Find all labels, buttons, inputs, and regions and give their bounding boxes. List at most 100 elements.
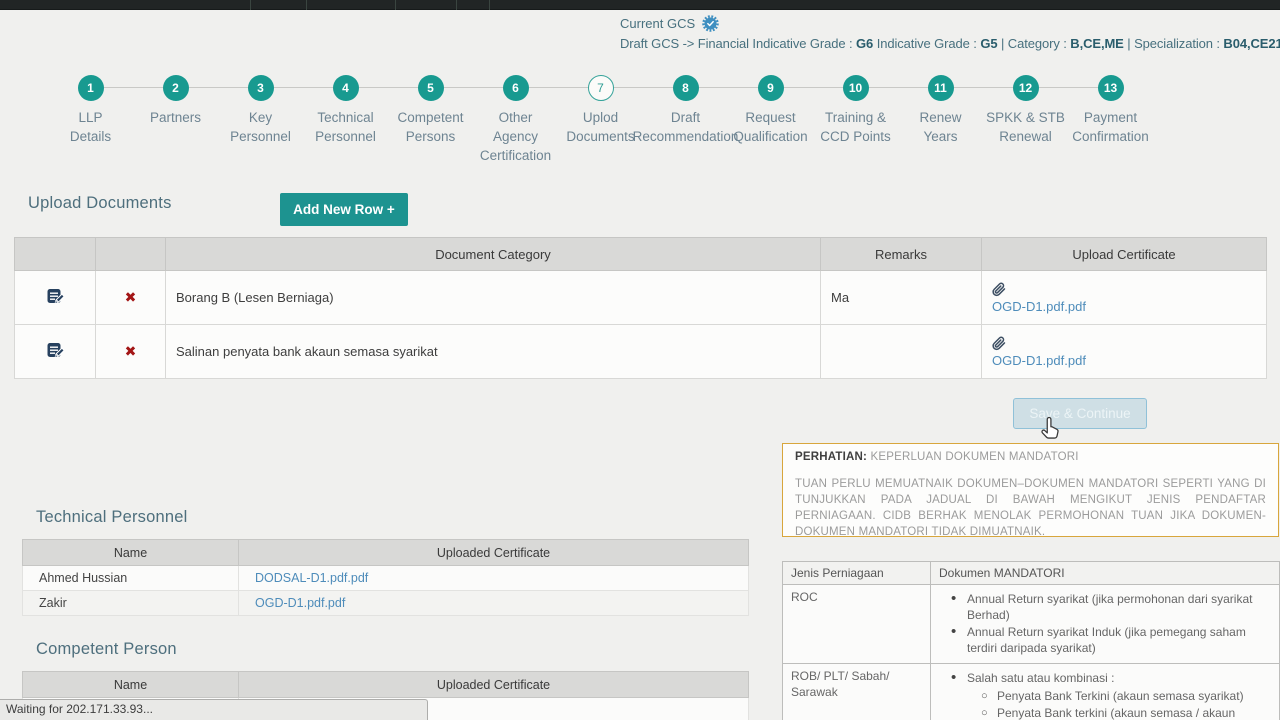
step-label: Other Agency Certification [479,110,552,163]
table-header-row: Name Uploaded Certificate [22,671,749,698]
step-label: Technical Personnel [315,110,376,144]
category-label: | Category : [997,36,1071,51]
mandatory-documents-table: Jenis Perniagaan Dokumen MANDATORI ROC An… [782,561,1280,720]
step-1[interactable]: 1 LLP Details [48,75,133,165]
mandatory-docs-cell: Salah satu atau kombinasi : Penyata Bank … [930,663,1280,720]
save-continue-button[interactable]: Save & Continue [1013,398,1147,429]
list-item: Penyata Bank terkini (akaun semasa / aka… [981,706,1271,720]
step-circle: 12 [1012,75,1039,101]
certificate-link[interactable]: DODSAL-D1.pdf.pdf [255,571,368,585]
step-circle: 13 [1097,75,1124,101]
notice-body: TUAN PERLU MEMUATNAIK DOKUMEN–DOKUMEN MA… [795,478,1266,538]
table-row: ✖ Salinan penyata bank akaun semasa syari… [14,324,1267,379]
current-gcs-line: Current GCS [620,15,719,32]
step-circle: 9 [757,75,784,101]
certificate-cell: OGD-D1.pdf.pdf [238,590,749,616]
step-label: Payment Confirmation [1072,110,1149,144]
table-row: ROC Annual Return syarikat (jika permohon… [782,584,1280,664]
browser-status-bar: Waiting for 202.171.33.93... [0,699,428,720]
step-2[interactable]: 2 Partners [133,75,218,165]
edit-row-icon[interactable] [46,287,65,305]
step-11[interactable]: 11 Renew Years [898,75,983,165]
delete-row-icon[interactable]: ✖ [125,289,137,305]
list-item: Annual Return syarikat Induk (jika pemeg… [951,624,1271,656]
document-category-header: Document Category [165,237,821,271]
remarks-cell [820,324,982,379]
step-6[interactable]: 6 Other Agency Certification [473,75,558,165]
person-name-cell: Zakir [22,590,239,616]
upload-documents-table: Document Category Remarks Upload Certifi… [14,237,1267,379]
mandatory-docs-cell: Annual Return syarikat (jika permohonan … [930,584,1280,664]
step-9[interactable]: 9 Request Qualification [728,75,813,165]
step-5[interactable]: 5 Competent Persons [388,75,473,165]
wizard-stepper: 1 LLP Details 2 Partners 3 Key Personnel 4 Techni… [48,75,1153,165]
step-label: Partners [149,110,202,125]
competent-person-title: Competent Person [36,640,177,658]
delete-row-icon[interactable]: ✖ [125,343,137,359]
step-label: Uplod Documents [566,110,635,144]
step-circle: 8 [672,75,699,101]
step-circle: 5 [417,75,444,101]
step-circle: 10 [842,75,869,101]
certificate-link[interactable]: OGD-D1.pdf.pdf [992,299,1256,314]
paperclip-icon [992,336,1256,351]
upload-certificate-header: Upload Certificate [981,237,1267,271]
edit-row-icon[interactable] [46,341,65,359]
notice-heading: PERHATIAN: KEPERLUAN DOKUMEN MANDATORI [795,451,1266,463]
indicative-grade: G5 [980,36,998,51]
step-circle: 1 [77,75,104,101]
step-label: Renew Years [919,110,962,144]
certificate-link[interactable]: OGD-D1.pdf.pdf [992,353,1256,368]
step-7[interactable]: 7 Uplod Documents [558,75,643,165]
step-label: Competent Persons [397,110,464,144]
list-item: Penyata Bank Terkini (akaun semasa syari… [981,689,1271,705]
tab-divider [456,0,457,10]
indicative-grade-label: Indicative Grade : [873,36,981,51]
name-header: Name [22,539,239,566]
draft-gcs-line: Draft GCS -> Financial Indicative Grade … [620,36,1280,51]
add-new-row-button[interactable]: Add New Row + [280,193,408,226]
step-label: LLP Details [69,110,112,144]
technical-personnel-table: Name Uploaded Certificate Ahmed Hussian D… [22,539,749,616]
draft-gcs-prefix: Draft GCS -> Financial Indicative Grade … [620,36,857,51]
step-13[interactable]: 13 Payment Confirmation [1068,75,1153,165]
delete-column-header [95,237,166,271]
step-label: Training & CCD Points [820,110,891,144]
cursor-pointer-icon [1041,416,1059,439]
remarks-header: Remarks [820,237,982,271]
table-row: Zakir OGD-D1.pdf.pdf [22,590,749,616]
table-row: ✖ Borang B (Lesen Berniaga) Ma OGD-D1.pdf.p… [14,270,1267,325]
tab-divider [306,0,307,10]
step-10[interactable]: 10 Training & CCD Points [813,75,898,165]
step-8[interactable]: 8 Draft Recommendation [633,75,738,165]
mandatory-doc-sublist: Penyata Bank Terkini (akaun semasa syari… [951,689,1271,720]
tab-divider [395,0,396,10]
step-circle: 6 [502,75,529,101]
step-circle: 11 [927,75,954,101]
document-category-cell: Borang B (Lesen Berniaga) [165,270,821,325]
certificate-cell: OGD-D1.pdf.pdf [981,270,1267,325]
tab-divider [250,0,251,10]
browser-tab-strip [0,0,1280,10]
table-header-row: Name Uploaded Certificate [22,539,749,566]
name-header: Name [22,671,239,698]
table-row: ROB/ PLT/ Sabah/ SarawakSalah satu atau … [782,663,1280,720]
table-row: Ahmed Hussian DODSAL-D1.pdf.pdf [22,565,749,591]
specialization-label: | Specialization : [1123,36,1224,51]
certificate-link[interactable]: OGD-D1.pdf.pdf [255,596,345,610]
remarks-cell: Ma [820,270,982,325]
uploaded-certificate-header: Uploaded Certificate [238,539,749,566]
category-value: B,CE,ME [1070,36,1124,51]
technical-personnel-title: Technical Personnel [36,508,188,526]
step-circle: 3 [247,75,274,101]
financial-indicative-grade: G6 [856,36,874,51]
uploaded-certificate-header: Uploaded Certificate [238,671,749,698]
jenis-perniagaan-header: Jenis Perniagaan [782,561,931,585]
verified-badge-icon [702,15,719,32]
upload-documents-title: Upload Documents [28,194,172,212]
step-12[interactable]: 12 SPKK & STB Renewal [983,75,1068,165]
step-3[interactable]: 3 Key Personnel [218,75,303,165]
step-4[interactable]: 4 Technical Personnel [303,75,388,165]
business-type-cell: ROB/ PLT/ Sabah/ Sarawak [782,663,931,720]
step-label: Request Qualification [733,110,808,144]
